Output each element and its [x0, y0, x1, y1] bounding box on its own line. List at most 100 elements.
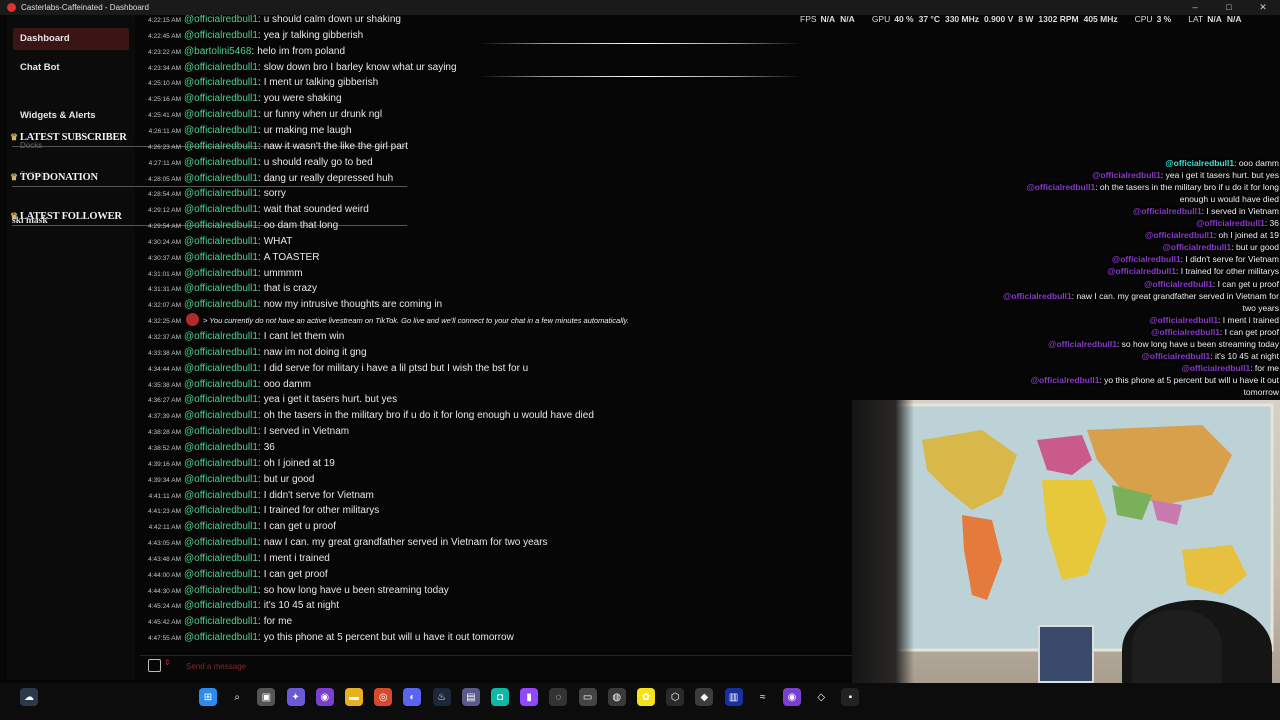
overlay-message-text: : I served in Vietnam: [1201, 206, 1279, 217]
message-username[interactable]: @officialredbull1: [184, 299, 258, 310]
app-violet-icon[interactable]: ◉: [783, 688, 801, 706]
message-username[interactable]: @officialredbull1: [184, 379, 258, 390]
steam-icon[interactable]: ♨: [432, 688, 451, 706]
message-username[interactable]: @officialredbull1: [184, 331, 258, 342]
message-username[interactable]: @officialredbull1: [184, 600, 258, 611]
message-username[interactable]: @officialredbull1: [184, 188, 258, 199]
message-username[interactable]: @officialredbull1: [184, 62, 258, 73]
window-title: Casterlabs-Caffeinated - Dashboard: [21, 3, 149, 12]
sidebar-item-widgets-alerts[interactable]: Widgets & Alerts: [13, 105, 129, 127]
app-gray-icon[interactable]: ◆: [695, 688, 714, 706]
message-username[interactable]: @officialredbull1: [184, 109, 258, 120]
overlay-chat-line: @officialredbull1: I can get u proof: [1144, 278, 1279, 290]
message-username[interactable]: @officialredbull1: [184, 426, 258, 437]
message-username[interactable]: @officialredbull1: [184, 569, 258, 580]
message-username[interactable]: @officialredbull1: [184, 632, 258, 643]
chat-log[interactable]: 4:22:15 AM @officialredbull1: u should cal…: [140, 15, 852, 655]
app-dark-icon[interactable]: ◇: [812, 688, 831, 706]
message-username[interactable]: @officialredbull1: [184, 141, 258, 152]
app-blue-icon[interactable]: ▥: [724, 688, 743, 706]
chevron-updown-icon[interactable]: ⇕: [164, 658, 171, 667]
message-username[interactable]: @officialredbull1: [184, 93, 258, 104]
app-square-icon[interactable]: ▪: [841, 688, 860, 706]
message-username[interactable]: @officialredbull1: [184, 30, 258, 41]
overlay-message-text: : I trained for other militarys: [1176, 266, 1279, 277]
app-teal-icon[interactable]: ◘: [491, 688, 509, 706]
chat-message: 4:45:24 AM @officialredbull1: it's 10 45 a…: [140, 598, 339, 614]
message-text: yea i get it tasers hurt. but yes: [263, 394, 398, 406]
trophy-icon: ♛: [10, 132, 18, 142]
message-username[interactable]: @officialredbull1: [184, 173, 258, 184]
app-circle-icon[interactable]: ◌: [549, 688, 568, 706]
overlay-chat-line: @officialredbull1: 36: [1196, 217, 1279, 229]
overlay-username: @officialredbull1: [1141, 350, 1211, 361]
twitch-icon[interactable]: ▮: [520, 688, 539, 706]
message-username[interactable]: @officialredbull1: [184, 77, 258, 88]
terminal-icon[interactable]: ▭: [578, 688, 597, 706]
message-username[interactable]: @officialredbull1: [184, 474, 258, 485]
message-text: I can get u proof: [263, 521, 336, 533]
file-explorer-icon[interactable]: ▬: [345, 688, 363, 706]
message-username[interactable]: @officialredbull1: [184, 283, 258, 294]
message-username[interactable]: @officialredbull1: [184, 394, 258, 405]
message-username[interactable]: @officialredbull1: [184, 553, 258, 564]
chat-message: 4:45:42 AM @officialredbull1: for me: [140, 614, 292, 630]
twitch-platform-icon[interactable]: [148, 659, 161, 672]
message-username[interactable]: @officialredbull1: [184, 363, 258, 374]
message-username[interactable]: @officialredbull1: [184, 252, 258, 263]
message-username[interactable]: @bartolini5468: [184, 46, 251, 57]
message-username[interactable]: @officialredbull1: [184, 442, 258, 453]
sidebar-item-dashboard[interactable]: Dashboard: [13, 28, 129, 50]
app-purple-icon[interactable]: ◉: [315, 688, 334, 706]
overlay-message-text: : so how long have u been streaming toda…: [1116, 338, 1279, 349]
message-username[interactable]: @officialredbull1: [184, 204, 258, 215]
message-text: dang ur really depressed huh: [263, 172, 394, 184]
message-username[interactable]: @officialredbull1: [184, 490, 258, 501]
message-username[interactable]: @officialredbull1: [184, 220, 258, 231]
message-username[interactable]: @officialredbull1: [184, 585, 258, 596]
sidebar-item-chat-bot[interactable]: Chat Bot: [13, 57, 129, 79]
message-username[interactable]: @officialredbull1: [184, 268, 258, 279]
message-text: ooo damm: [263, 378, 311, 390]
obs-icon[interactable]: ◍: [607, 688, 626, 706]
copilot-icon[interactable]: ✦: [286, 688, 305, 706]
message-username[interactable]: @officialredbull1: [184, 505, 258, 516]
overlay-username: @officialredbull1: [1145, 230, 1214, 241]
app-wave-icon[interactable]: ≈: [753, 688, 772, 706]
chat-message: 4:33:38 AM @officialredbull1: naw im not d…: [140, 345, 367, 361]
message-username[interactable]: @officialredbull1: [184, 15, 258, 25]
overlay-chat-line: enough u would have died: [1180, 193, 1279, 205]
overlay-chat-line: @officialredbull1: so how long have u be…: [1048, 338, 1279, 350]
gpu-mem-clock: 405 MHz: [1083, 14, 1118, 24]
message-username[interactable]: @officialredbull1: [184, 236, 258, 247]
overlay-chat-line: @officialredbull1: I trained for other m…: [1107, 265, 1279, 277]
app-hex-icon[interactable]: ⬡: [666, 688, 685, 706]
overlay-message-text: : but ur good: [1231, 242, 1279, 253]
overlay-message-text: : I ment i trained: [1218, 314, 1279, 325]
app-icon[interactable]: ▤: [461, 688, 480, 706]
message-timestamp: 4:28:54 AM: [148, 191, 181, 199]
message-text: I can get proof: [263, 568, 328, 580]
overlay-message-text: : for me: [1250, 362, 1279, 373]
message-timestamp: 4:31:01 AM: [148, 270, 181, 278]
overlay-chat-line: @officialredbull1: I can get proof: [1151, 326, 1279, 338]
chrome-icon[interactable]: ◎: [374, 688, 393, 706]
discord-icon[interactable]: ◐: [403, 688, 422, 706]
task-view-icon[interactable]: ▣: [257, 688, 276, 706]
message-username[interactable]: @officialredbull1: [184, 410, 258, 421]
search-icon[interactable]: ⌕: [228, 688, 247, 706]
message-username[interactable]: @officialredbull1: [184, 458, 258, 469]
message-username[interactable]: @officialredbull1: [184, 347, 258, 358]
message-username[interactable]: @officialredbull1: [184, 157, 258, 168]
message-username[interactable]: @officialredbull1: [184, 616, 258, 627]
weather-icon[interactable]: ☁: [20, 688, 38, 706]
message-username[interactable]: @officialredbull1: [184, 125, 258, 136]
message-username[interactable]: @officialredbull1: [184, 537, 258, 548]
snapchat-icon[interactable]: ✿: [637, 688, 655, 706]
windows-start-icon[interactable]: ⊞: [199, 688, 217, 706]
message-username[interactable]: @officialredbull1: [184, 521, 258, 532]
chat-message-input[interactable]: [184, 658, 788, 675]
chat-message: 4:36:27 AM @officialredbull1: yea i get it…: [140, 392, 397, 408]
message-text: naw im not doing it gng: [263, 346, 367, 358]
message-timestamp: 4:43:05 AM: [148, 540, 181, 548]
